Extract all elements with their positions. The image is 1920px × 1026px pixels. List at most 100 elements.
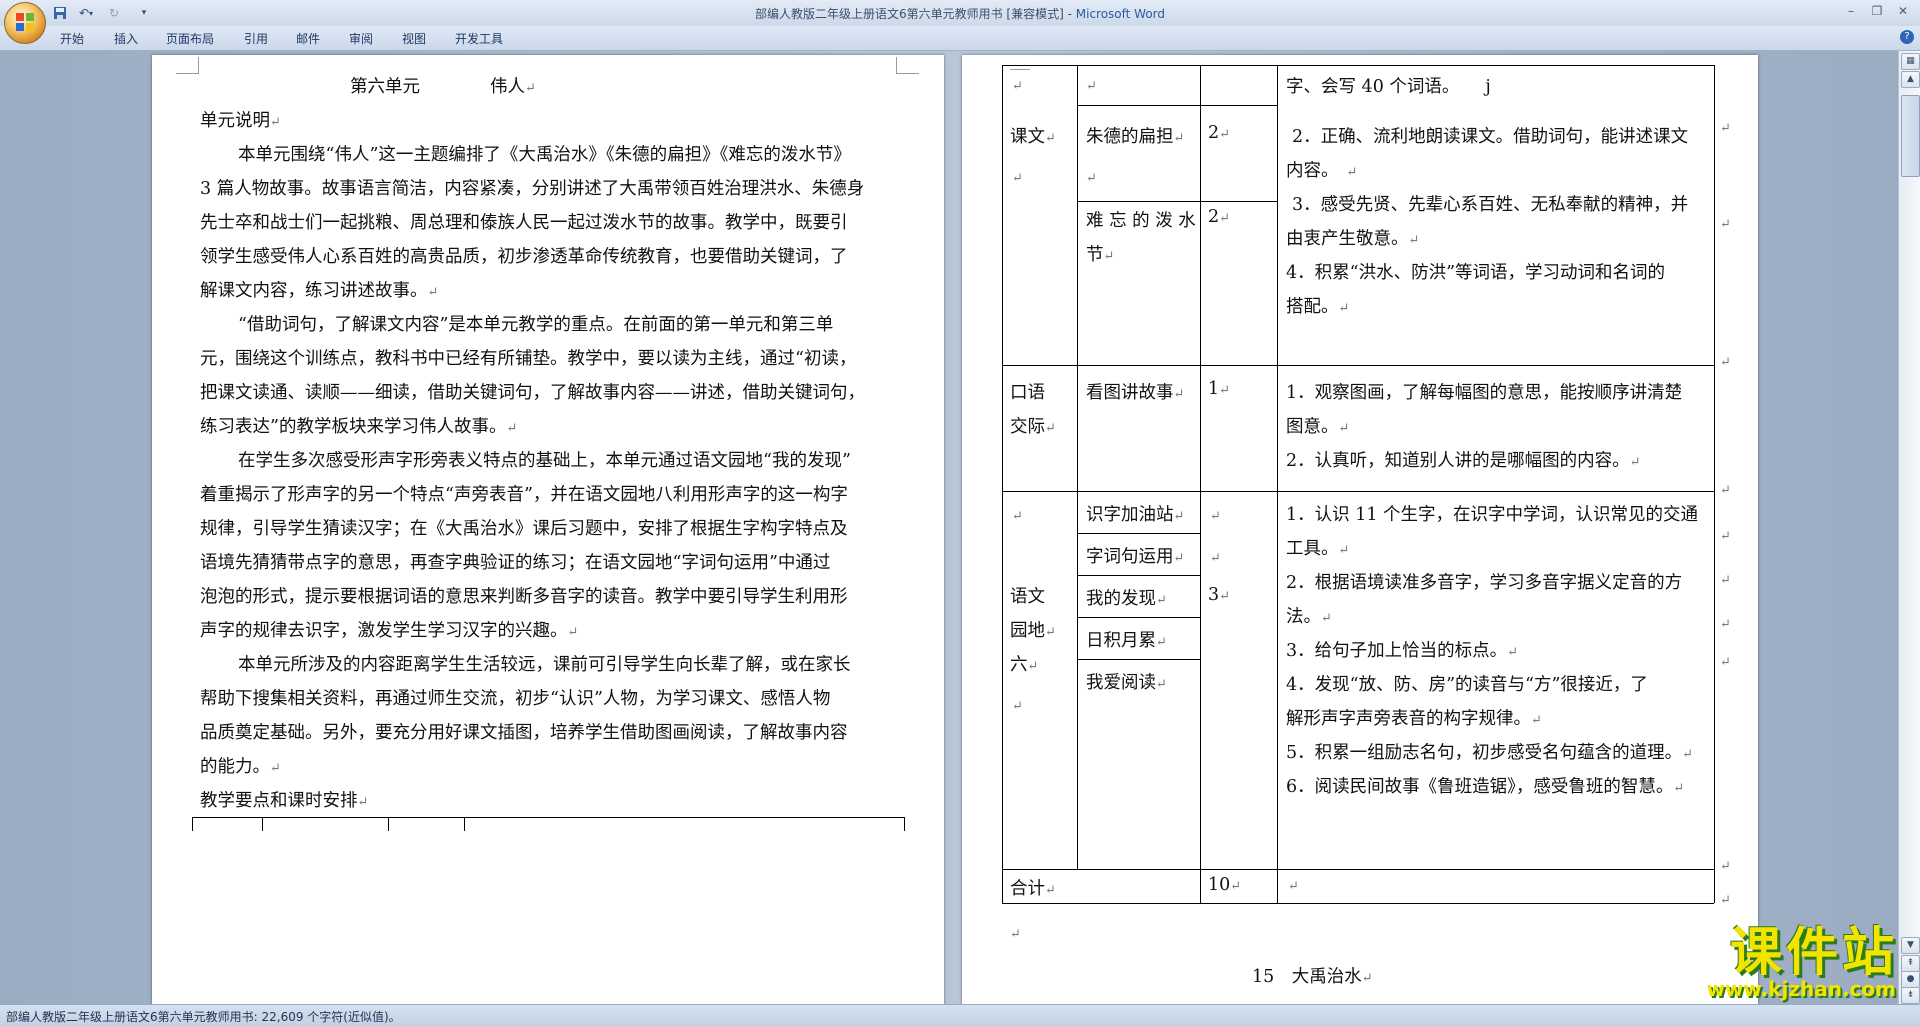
- paragraph-line: 语境先猜猜带点字的意思，再查字典验证的练习；在语文园地“字词句运用”中通过: [200, 553, 831, 573]
- table-cell-goal: 法。↵: [1286, 607, 1332, 627]
- scroll-thumb[interactable]: [1901, 95, 1920, 177]
- paragraph-line: 领学生感受伟人心系百姓的高贵品质，初步渗透革命传统教育，也要借助关键词，了: [200, 247, 848, 267]
- table-border: [1002, 365, 1714, 366]
- select-browse-object-icon[interactable]: ●: [1901, 971, 1920, 988]
- table-cell-goal: 4．发现“放、防、房”的读音与“方”很接近，了: [1286, 675, 1648, 695]
- table-cell-goal: 由衷产生敬意。↵: [1286, 229, 1420, 249]
- table-cell-lesson: 我爱阅读↵: [1086, 673, 1167, 693]
- table-border: [1077, 65, 1078, 870]
- window-title: 部编人教版二年级上册语文6第六单元教师用书 [兼容模式] - Microsoft…: [754, 7, 1166, 21]
- table-border: [464, 817, 465, 831]
- tab-references[interactable]: 引用: [244, 30, 268, 47]
- office-logo-icon: [16, 13, 34, 31]
- paragraph-line: 泡泡的形式，提示要根据词语的意思来判断多音字的读音。教学中要引导学生利用形: [200, 587, 848, 607]
- table-cell-goal: 解形声字声旁表音的构字规律。↵: [1286, 709, 1542, 729]
- section-heading: 教学要点和课时安排↵: [200, 791, 369, 811]
- table-cell-goal: 5．积累一组励志名句，初步感受名句蕴含的道理。↵: [1286, 743, 1694, 763]
- paragraph-line: 着重揭示了形声字的另一个特点“声旁表音”，并在语文园地八利用形声字的这一构字: [200, 485, 848, 505]
- help-icon[interactable]: ?: [1900, 30, 1914, 44]
- crop-mark: [176, 57, 199, 74]
- document-page-right[interactable]: ↵ ↵ 课文↵ ↵ 朱德的扁担↵ ↵ 2↵ 难 忘 的 泼 水 节↵ 2↵ 字、…: [962, 55, 1758, 1004]
- table-cell-goal: 图意。↵: [1286, 417, 1350, 437]
- vertical-scrollbar[interactable]: ▦ ▲ ▼ ⇞ ● ⇟: [1898, 51, 1920, 1004]
- table-cell-goal: 4．积累“洪水、防洪”等词语，学习动词和名词的: [1286, 263, 1666, 283]
- table-border: [1002, 903, 1714, 904]
- table-cell-category: 语文: [1010, 587, 1045, 607]
- ribbon-tabs: 开始 插入 页面布局 引用 邮件 审阅 视图 开发工具 ?: [0, 26, 1920, 51]
- table-cell-hours: 1↵: [1208, 379, 1231, 399]
- table-border: [262, 817, 263, 831]
- paragraph-line: 声字的规律去识字，激发学生学习汉字的兴趣。↵: [200, 621, 579, 641]
- tab-view[interactable]: 视图: [402, 30, 426, 47]
- table-cell-lesson: 字词句运用↵: [1086, 547, 1185, 567]
- table-cell-lesson: 日积月累↵: [1086, 631, 1167, 651]
- next-page-icon[interactable]: ⇟: [1901, 987, 1920, 1004]
- table-border: [192, 817, 904, 818]
- document-page-left[interactable]: 第六单元 伟人↵ 单元说明↵ 本单元围绕“伟人”这一主题编排了《大禹治水》《朱德的…: [152, 55, 944, 1004]
- crop-mark: [896, 57, 919, 74]
- table-border: [1002, 65, 1714, 66]
- tab-home[interactable]: 开始: [60, 30, 84, 47]
- table-border: [1077, 105, 1277, 106]
- close-icon[interactable]: ✕: [1890, 2, 1916, 20]
- table-cell-hours: 3↵: [1208, 585, 1231, 605]
- status-bar: 部编人教版二年级上册语文6第六单元教师用书: 22,609 个字符(近似值)。: [0, 1004, 1920, 1026]
- table-cell-lesson: 节↵: [1086, 245, 1115, 265]
- restore-icon[interactable]: ❐: [1864, 2, 1890, 20]
- table-border: [1714, 65, 1715, 903]
- table-border: [1002, 65, 1003, 903]
- paragraph-line: “借助词句，了解课文内容”是本单元教学的重点。在前面的第一单元和第三单: [238, 315, 834, 335]
- table-border: [1077, 659, 1200, 660]
- table-border: [1200, 65, 1201, 903]
- table-border: [1002, 869, 1714, 870]
- document-area[interactable]: 第六单元 伟人↵ 单元说明↵ 本单元围绕“伟人”这一主题编排了《大禹治水》《朱德的…: [0, 51, 1898, 1004]
- table-border: [1277, 65, 1278, 903]
- table-cell-goal: 字、会写 40 个词语。 j: [1286, 77, 1491, 97]
- paragraph-line: 把课文读通、读顺——细读，借助关键词句，了解故事内容——讲述，借助关键词句，: [200, 383, 865, 403]
- table-cell-lesson: 看图讲故事↵: [1086, 383, 1185, 403]
- table-border: [1077, 575, 1200, 576]
- tab-mailings[interactable]: 邮件: [296, 30, 320, 47]
- table-cell-goal: 搭配。↵: [1286, 297, 1350, 317]
- tab-review[interactable]: 审阅: [349, 30, 373, 47]
- scroll-up-arrow-icon[interactable]: ▲: [1901, 71, 1920, 88]
- paragraph-line: 解课文内容，练习讲述故事。↵: [200, 281, 439, 301]
- paragraph-line: 元，围绕这个训练点，教科书中已经有所铺垫。教学中，要以读为主线，通过“初读，: [200, 349, 857, 369]
- paragraph-line: 先士卒和战士们一起挑粮、周总理和傣族人民一起过泼水节的故事。教学中，既要引: [200, 213, 848, 233]
- paragraph-line: 练习表达”的教学板块来学习伟人故事。↵: [200, 417, 518, 437]
- scroll-down-arrow-icon[interactable]: ▼: [1901, 937, 1920, 954]
- table-border: [1077, 617, 1200, 618]
- status-text: 部编人教版二年级上册语文6第六单元教师用书: 22,609 个字符(近似值)。: [6, 1010, 401, 1024]
- table-cell-goal: 工具。↵: [1286, 539, 1350, 559]
- table-border: [388, 817, 389, 831]
- paragraph-line: 3 篇人物故事。故事语言简洁，内容紧凑，分别讲述了大禹带领百姓治理洪水、朱德身: [200, 179, 865, 199]
- table-border: [904, 817, 905, 831]
- table-cell-goal: 3．感受先贤、先辈心系百姓、无私奉献的精神，并: [1292, 195, 1689, 215]
- previous-page-icon[interactable]: ⇞: [1901, 955, 1920, 972]
- tab-developer[interactable]: 开发工具: [455, 30, 503, 47]
- paragraph-line: 的能力。↵: [200, 757, 281, 777]
- table-cell-category: 交际↵: [1010, 417, 1056, 437]
- tab-page-layout[interactable]: 页面布局: [166, 30, 214, 47]
- paragraph-line: 规律，引导学生猜读汉字；在《大禹治水》课后习题中，安排了根据生字构字特点及: [200, 519, 848, 539]
- paragraph-line: 帮助下搜集相关资料，再通过师生交流，初步“认识”人物，为学习课文、感悟人物: [200, 689, 831, 709]
- title-bar: ↶ ▾ ↻ ▾ 部编人教版二年级上册语文6第六单元教师用书 [兼容模式] - Mi…: [0, 0, 1920, 44]
- table-cell-category: 园地↵: [1010, 621, 1056, 641]
- paragraph-line: 本单元所涉及的内容距离学生生活较远，课前可引导学生向长辈了解，或在家长: [238, 655, 851, 675]
- lesson-title: 15 大禹治水↵: [1252, 967, 1373, 987]
- office-button[interactable]: [4, 2, 46, 44]
- paragraph-line: 单元说明↵: [200, 111, 281, 131]
- table-border: [1077, 533, 1200, 534]
- table-cell-lesson: 难 忘 的 泼 水: [1086, 211, 1196, 231]
- table-cell-goal: 2．根据语境读准多音字，学习多音字据义定音的方: [1286, 573, 1683, 593]
- table-cell-hours: 2↵: [1208, 207, 1231, 227]
- ruler-toggle-icon[interactable]: ▦: [1901, 53, 1920, 70]
- minimize-icon[interactable]: –: [1838, 2, 1864, 20]
- table-cell-goal: 1．认识 11 个生字，在识字中学词，认识常见的交通: [1286, 505, 1699, 525]
- crop-mark: [1010, 53, 1030, 70]
- paragraph-line: 品质奠定基础。另外，要充分用好课文插图，培养学生借助图画阅读，了解故事内容: [200, 723, 848, 743]
- table-cell-lesson: 我的发现↵: [1086, 589, 1167, 609]
- tab-insert[interactable]: 插入: [114, 30, 138, 47]
- table-cell-lesson: 识字加油站↵: [1086, 505, 1185, 525]
- table-cell-category: 课文↵: [1010, 127, 1056, 147]
